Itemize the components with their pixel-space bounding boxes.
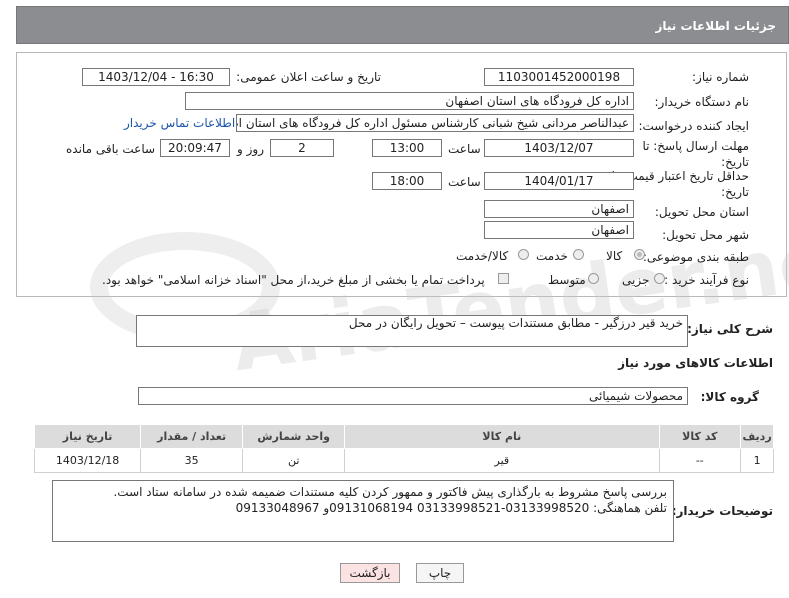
category-label: طبقه بندی موضوعی: <box>642 250 749 264</box>
buyer-notes-line2: تلفن هماهنگی: 03133998520-03133998521 09… <box>235 501 667 515</box>
creator-label: ایجاد کننده درخواست: <box>638 119 749 133</box>
goods-table-header: ردیف کد کالا نام کالا واحد شمارش تعداد /… <box>33 424 774 449</box>
goods-section-title: اطلاعات کالاهای مورد نیاز <box>618 356 773 370</box>
deadline-time-label: ساعت <box>448 142 481 156</box>
cell-qty: 35 <box>140 448 244 473</box>
description-field[interactable]: خرید قیر درزگیر - مطابق مستندات پیوست – … <box>136 315 688 347</box>
category-service-label: خدمت <box>536 249 568 263</box>
buyer-notes-label: توضیحات خریدار: <box>671 504 773 518</box>
col-index: ردیف <box>740 424 774 449</box>
page-header: جزئیات اطلاعات نیاز <box>16 6 789 44</box>
category-goods-label: کالا <box>606 249 623 263</box>
need-number-field: 1103001452000198 <box>484 68 634 86</box>
cell-unit: تن <box>242 448 346 473</box>
contact-buyer-link[interactable]: اطلاعات تماس خریدار <box>124 116 235 130</box>
purchase-type-label: نوع فرآیند خرید : <box>664 273 749 287</box>
remaining-label: ساعت باقی مانده <box>66 142 156 156</box>
province-field: اصفهان <box>484 200 634 218</box>
announce-label: تاریخ و ساعت اعلان عمومی: <box>236 70 381 84</box>
cell-code: -- <box>658 448 742 473</box>
deadline-date-field: 1403/12/07 <box>484 139 634 157</box>
purchase-medium-radio[interactable] <box>588 273 599 284</box>
goods-group-label: گروه کالا: <box>700 390 759 404</box>
print-button[interactable]: چاپ <box>416 563 464 583</box>
page-title: جزئیات اطلاعات نیاز <box>655 19 776 33</box>
days-field: 2 <box>270 139 334 157</box>
cell-index: 1 <box>740 448 774 473</box>
col-name: نام کالا <box>344 424 660 449</box>
buyer-org-label: نام دستگاه خریدار: <box>654 95 750 109</box>
creator-field: عبدالناصر مردانی شیخ شبانی کارشناس مسئول… <box>236 114 634 132</box>
validity-time-label: ساعت <box>448 175 481 189</box>
category-service-radio[interactable] <box>573 249 584 260</box>
buyer-org-field: اداره کل فرودگاه های استان اصفهان <box>185 92 634 110</box>
days-label: روز و <box>237 142 264 156</box>
purchase-minor-label: جزیی <box>622 273 650 287</box>
deadline-time-field: 13:00 <box>372 139 442 157</box>
city-label: شهر محل تحویل: <box>662 228 749 242</box>
treasury-payment-checkbox[interactable] <box>498 273 509 284</box>
remaining-time-field: 20:09:47 <box>160 139 230 157</box>
col-code: کد کالا <box>658 424 742 449</box>
category-both-label: کالا/خدمت <box>456 249 509 263</box>
cell-name: قیر <box>344 448 660 473</box>
buyer-notes-line1: بررسی پاسخ مشروط به بارگذاری پیش فاکتور … <box>113 485 667 499</box>
purchase-medium-label: متوسط <box>548 273 586 287</box>
city-field: اصفهان <box>484 221 634 239</box>
table-row: 1 -- قیر تن 35 1403/12/18 <box>33 448 774 473</box>
province-label: استان محل تحویل: <box>654 205 749 219</box>
description-label: شرح کلی نیاز: <box>687 322 773 336</box>
treasury-payment-note: پرداخت تمام یا بخشی از مبلغ خرید،از محل … <box>102 273 485 287</box>
purchase-minor-radio[interactable] <box>654 273 665 284</box>
cell-date: 1403/12/18 <box>33 448 142 473</box>
back-button[interactable]: بازگشت <box>340 563 400 583</box>
buyer-notes-field[interactable]: بررسی پاسخ مشروط به بارگذاری پیش فاکتور … <box>52 480 674 542</box>
validity-date-field: 1404/01/17 <box>484 172 634 190</box>
category-goods-radio[interactable] <box>634 249 645 260</box>
goods-group-field: محصولات شیمیائی <box>138 387 688 405</box>
goods-table: ردیف کد کالا نام کالا واحد شمارش تعداد /… <box>33 424 774 473</box>
col-unit: واحد شمارش <box>242 424 346 449</box>
col-qty: تعداد / مقدار <box>140 424 244 449</box>
announce-field: 1403/12/04 - 16:30 <box>82 68 230 86</box>
validity-time-field: 18:00 <box>372 172 442 190</box>
category-both-radio[interactable] <box>518 249 529 260</box>
need-number-label: شماره نیاز: <box>692 70 749 84</box>
col-date: تاریخ نیاز <box>33 424 142 449</box>
deadline-label: مهلت ارسال پاسخ: تا تاریخ: <box>642 139 749 169</box>
